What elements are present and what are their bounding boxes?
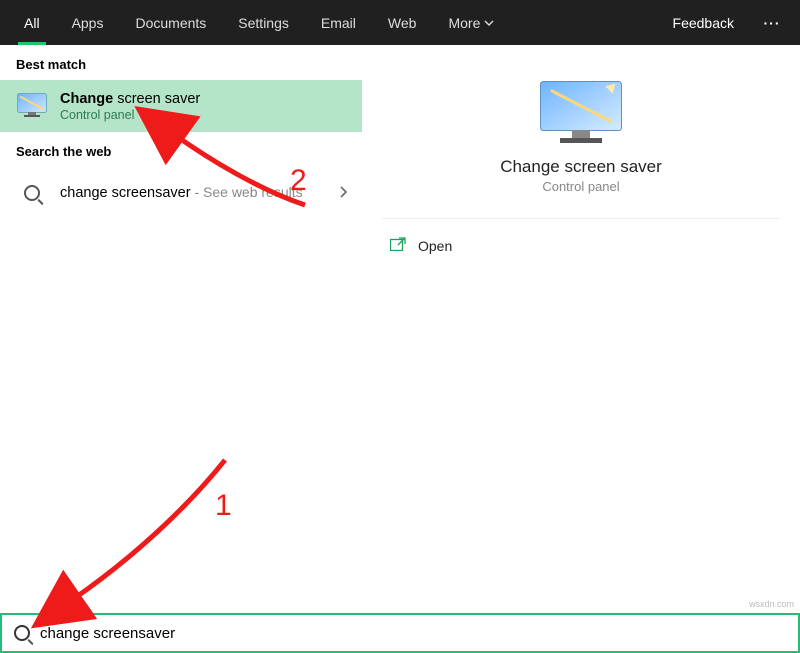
tab-settings[interactable]: Settings [222, 0, 305, 45]
monitor-large-icon [538, 79, 624, 145]
web-query: change screensaver [60, 185, 191, 201]
feedback-button[interactable]: Feedback [659, 15, 748, 31]
monitor-icon [16, 90, 48, 122]
open-action[interactable]: Open [362, 219, 800, 272]
chevron-down-icon [484, 18, 494, 28]
search-input[interactable] [40, 625, 786, 642]
preview-panel: Change screen saver Control panel Open [362, 45, 800, 613]
main-content: Best match Change screen saver Control p… [0, 45, 800, 613]
tab-apps[interactable]: Apps [56, 0, 120, 45]
nav-tabs: All Apps Documents Settings Email Web Mo… [0, 0, 659, 45]
tab-documents[interactable]: Documents [119, 0, 222, 45]
nav-right: Feedback ··· [659, 15, 800, 31]
open-label: Open [418, 238, 452, 254]
tab-more[interactable]: More [432, 0, 510, 45]
search-bar[interactable] [0, 613, 800, 653]
result-subtitle: Control panel [60, 108, 200, 122]
tab-all[interactable]: All [8, 0, 56, 45]
result-change-screen-saver[interactable]: Change screen saver Control panel [0, 80, 362, 132]
result-text: Change screen saver Control panel [60, 91, 200, 122]
preview-title: Change screen saver [382, 157, 780, 177]
web-result-item[interactable]: change screensaver - See web results [0, 167, 362, 219]
preview-subtitle: Control panel [382, 179, 780, 194]
results-panel: Best match Change screen saver Control p… [0, 45, 362, 613]
tab-email[interactable]: Email [305, 0, 372, 45]
search-filter-navbar: All Apps Documents Settings Email Web Mo… [0, 0, 800, 45]
search-icon [14, 625, 30, 641]
search-web-label: Search the web [0, 132, 362, 167]
tab-web[interactable]: Web [372, 0, 433, 45]
more-label: More [448, 15, 480, 31]
watermark: wsxdn.com [749, 599, 794, 609]
result-title: Change screen saver [60, 91, 200, 107]
open-icon [390, 237, 406, 254]
chevron-right-icon [338, 185, 348, 201]
web-result-text: change screensaver - See web results [60, 184, 303, 202]
best-match-label: Best match [0, 45, 362, 80]
preview-header: Change screen saver Control panel [382, 45, 780, 219]
search-icon [16, 177, 48, 209]
web-suffix: - See web results [191, 184, 303, 200]
more-options-button[interactable]: ··· [752, 15, 792, 31]
